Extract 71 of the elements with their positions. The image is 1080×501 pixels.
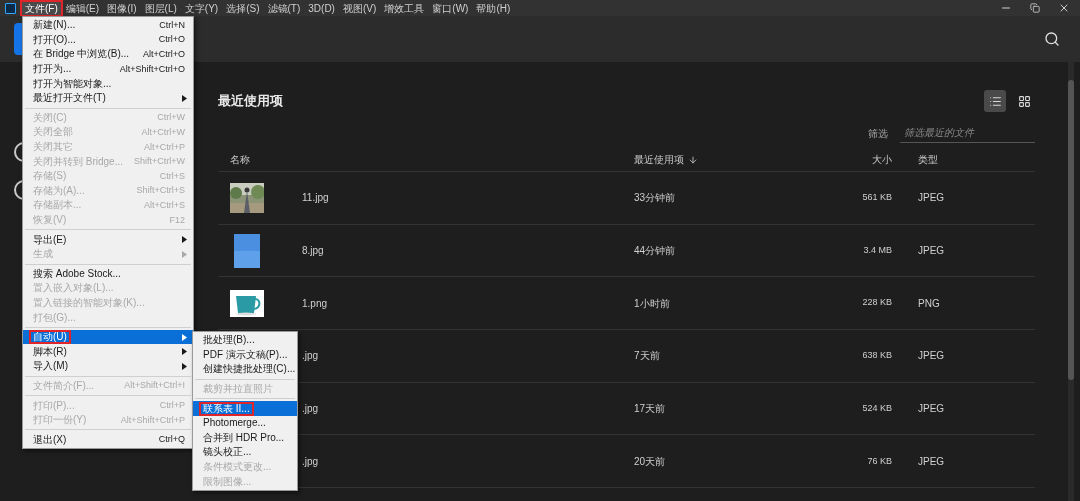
- file-name[interactable]: 1.png: [302, 295, 328, 311]
- menu-title[interactable]: 窗口(W): [429, 1, 472, 15]
- scrollbar-thumb[interactable]: [1068, 80, 1074, 380]
- table-cell-text: JPEG: [917, 454, 946, 469]
- table-cell-text: 7天前: [634, 349, 661, 364]
- filter-field[interactable]: 筛选最近的文件: [900, 123, 1035, 143]
- menu-item[interactable]: 打开(O)... Ctrl+O: [23, 32, 193, 48]
- menu-item[interactable]: 打开为智能对象...: [23, 76, 193, 91]
- file-name[interactable]: .jpg: [302, 453, 319, 469]
- grid-icon: [1017, 94, 1031, 108]
- menu-title[interactable]: 文字(Y): [181, 1, 222, 15]
- table-cell-text: 228 KB: [861, 296, 892, 310]
- table-cell-text: PNG: [917, 296, 941, 311]
- table-cell-text: 1小时前: [634, 296, 671, 311]
- menu-item[interactable]: 镜头校正...: [193, 445, 297, 460]
- menu-title[interactable]: 帮助(H): [473, 1, 514, 15]
- table-cell-text: 20天前: [634, 454, 667, 469]
- file-name[interactable]: .jpg: [302, 401, 319, 417]
- table-cell-text: JPEG: [917, 191, 946, 206]
- table-cell-text: JPEG: [917, 349, 946, 364]
- file-name[interactable]: 11.jpg: [302, 190, 329, 206]
- column-header[interactable]: 大小: [812, 152, 892, 167]
- search-icon[interactable]: [1044, 31, 1060, 47]
- column-header[interactable]: 名称: [218, 152, 634, 167]
- menu-title[interactable]: 文件(F): [22, 1, 61, 15]
- menu-item[interactable]: Photomerge...: [193, 415, 297, 431]
- menu-item[interactable]: 在 Bridge 中浏览(B)... Alt+Ctrl+O: [23, 47, 193, 62]
- filter-label: 筛选: [868, 126, 888, 141]
- menu-item[interactable]: 批处理(B)...: [193, 333, 297, 348]
- menu-item[interactable]: 最近打开文件(T): [23, 90, 193, 106]
- menu-title[interactable]: 滤镜(T): [264, 1, 304, 15]
- table-cell-text: 524 KB: [861, 401, 892, 415]
- menu-title[interactable]: 视图(V): [339, 1, 380, 15]
- menu-item[interactable]: 导出(E): [23, 232, 193, 247]
- table-cell-text: JPEG: [917, 402, 946, 417]
- table-cell-text: 33分钟前: [634, 191, 677, 206]
- section-title: 最近使用项: [218, 92, 283, 111]
- restore-icon[interactable]: [1030, 3, 1040, 13]
- menu-item[interactable]: PDF 演示文稿(P)...: [193, 347, 297, 363]
- column-header[interactable]: 最近使用项: [634, 152, 684, 167]
- close-icon[interactable]: [1058, 2, 1070, 14]
- menu-title[interactable]: 增效工具: [381, 1, 428, 15]
- menu-item[interactable]: 脚本(R): [23, 344, 193, 360]
- menu-item[interactable]: 退出(X) Ctrl+Q: [23, 432, 193, 448]
- file-name[interactable]: 8.jpg: [302, 243, 324, 259]
- menu-title[interactable]: 3D(D): [305, 1, 338, 15]
- menu-item[interactable]: 导入(M): [23, 359, 193, 374]
- table-cell-text: 44分钟前: [634, 244, 677, 259]
- menu-title[interactable]: 编辑(E): [62, 1, 103, 15]
- table-cell-text: 561 KB: [861, 191, 892, 205]
- menu-item[interactable]: 合并到 HDR Pro...: [193, 430, 297, 446]
- menu-item[interactable]: 搜索 Adobe Stock...: [23, 266, 193, 282]
- file-name[interactable]: .jpg: [302, 348, 319, 364]
- menu-item[interactable]: 新建(N)... Ctrl+N: [23, 18, 193, 33]
- submenu-arrow-icon: [182, 94, 187, 102]
- list-icon: [988, 94, 1002, 108]
- menu-title[interactable]: 图像(I): [104, 1, 140, 15]
- table-cell-text: 17天前: [634, 402, 667, 417]
- table-cell-text: 3.4 MB: [862, 243, 892, 257]
- column-header[interactable]: 类型: [892, 152, 1035, 167]
- table-cell-text: 76 KB: [866, 454, 892, 468]
- table-cell-text: 638 KB: [861, 349, 892, 363]
- menu-item[interactable]: 联系表 II...: [193, 401, 297, 416]
- menu-title[interactable]: 选择(S): [223, 1, 263, 15]
- menu-item[interactable]: 自动(U): [23, 329, 193, 345]
- app-icon[interactable]: [5, 2, 16, 14]
- menu-item[interactable]: 打开为... Alt+Shift+Ctrl+O: [23, 61, 193, 77]
- menu-item[interactable]: 创建快捷批处理(C)...: [193, 362, 297, 377]
- table-cell-text: JPEG: [917, 244, 946, 259]
- menu-title[interactable]: 图层(L): [141, 1, 180, 15]
- list-view-button[interactable]: [984, 90, 1006, 112]
